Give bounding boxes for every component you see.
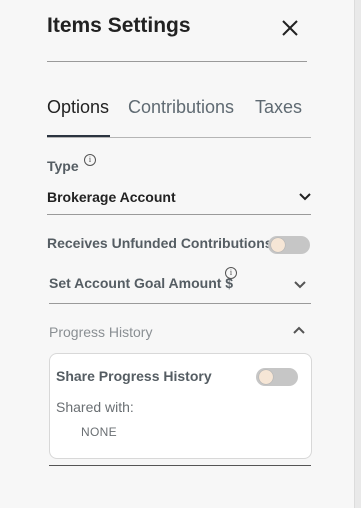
type-label: Type	[47, 158, 79, 174]
type-select-value[interactable]: Brokerage Account	[47, 189, 176, 205]
unfunded-contributions-label: Receives Unfunded Contributions	[47, 235, 273, 251]
share-progress-history-label: Share Progress History	[56, 368, 212, 384]
type-info-icon[interactable]: i	[84, 154, 96, 166]
type-chevron-down-icon[interactable]	[298, 192, 312, 202]
progress-history-card: Share Progress History Shared with: NONE	[49, 353, 312, 459]
toggle-knob	[271, 238, 285, 252]
tab-contributions[interactable]: Contributions	[128, 97, 234, 118]
close-icon[interactable]	[279, 17, 301, 39]
share-progress-history-toggle[interactable]	[256, 368, 298, 386]
account-goal-label[interactable]: Set Account Goal Amount $	[49, 275, 233, 291]
progress-history-chevron-up-icon[interactable]	[292, 325, 306, 335]
shared-with-label: Shared with:	[56, 399, 134, 415]
goal-info-icon[interactable]: i	[225, 267, 237, 279]
progress-history-title[interactable]: Progress History	[49, 324, 152, 340]
type-divider	[47, 214, 311, 215]
goal-chevron-down-icon[interactable]	[293, 280, 307, 290]
tabs-divider	[47, 137, 311, 138]
tab-taxes[interactable]: Taxes	[255, 97, 302, 118]
panel-title: Items Settings	[47, 14, 191, 37]
header-divider	[47, 61, 307, 62]
unfunded-contributions-toggle[interactable]	[268, 236, 310, 254]
scrollbar-track[interactable]	[354, 0, 361, 508]
progress-history-divider	[49, 465, 311, 466]
tab-options[interactable]: Options	[47, 97, 109, 118]
shared-with-value: NONE	[81, 425, 117, 439]
toggle-knob	[259, 370, 273, 384]
items-settings-panel: Items Settings Options Contributions Tax…	[0, 0, 354, 508]
goal-divider	[49, 303, 311, 304]
